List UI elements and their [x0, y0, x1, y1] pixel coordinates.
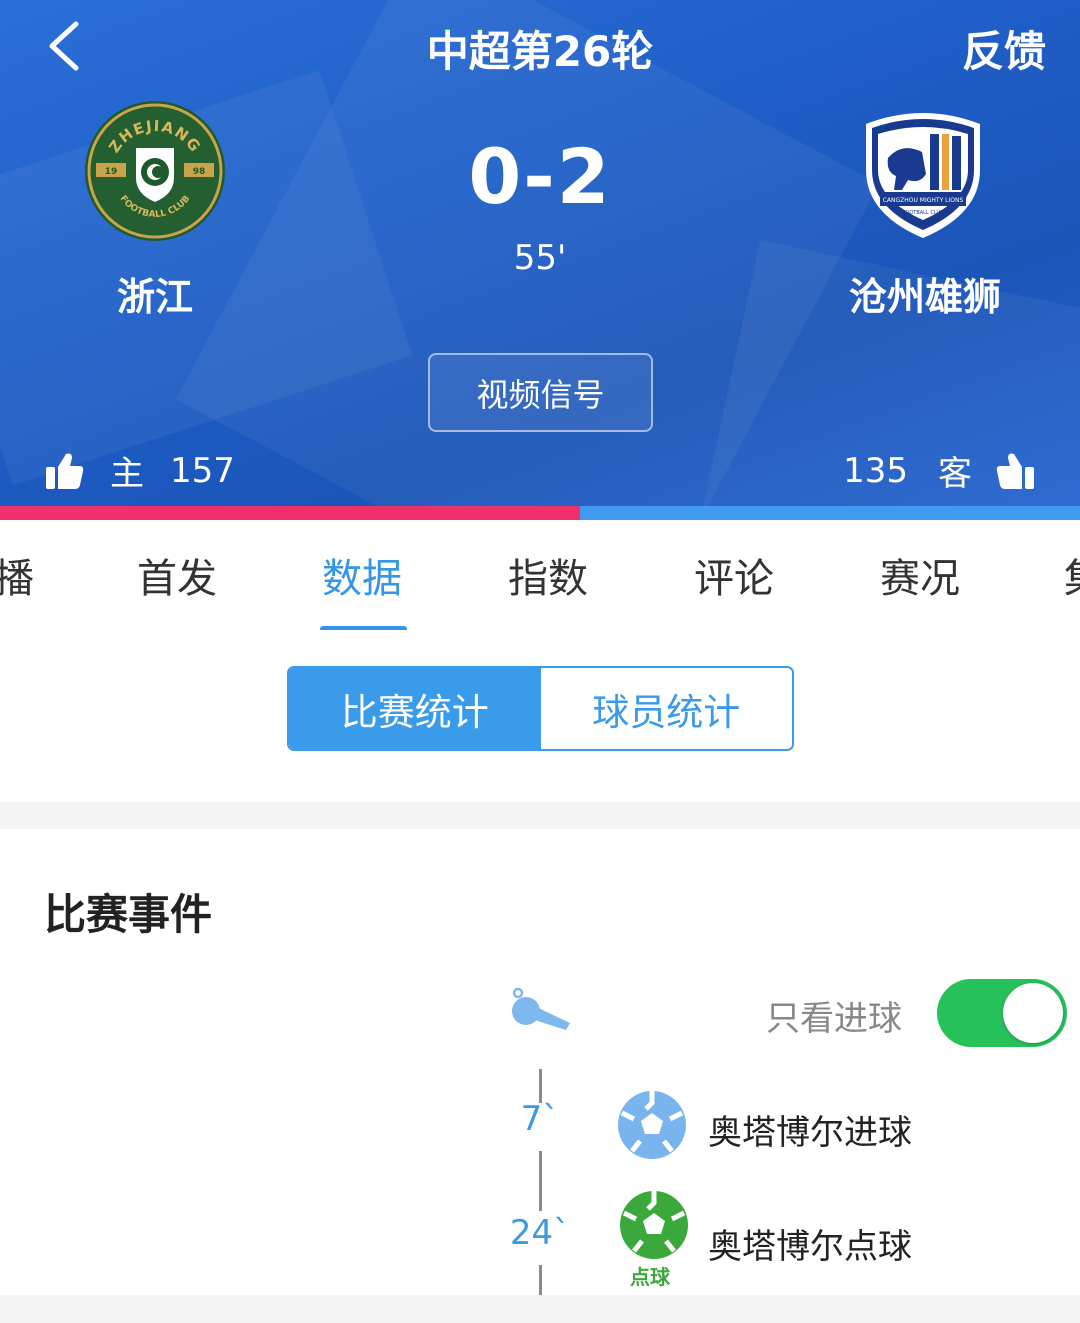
goal-ball-icon [618, 1091, 686, 1159]
thumbs-up-icon[interactable] [44, 451, 84, 491]
away-team-name[interactable]: 沧州雄狮 [820, 266, 1030, 321]
player-stats-segment[interactable]: 球员统计 [540, 668, 792, 749]
event-minute: 7` [520, 1099, 560, 1139]
event-text: 奥塔博尔进球 [708, 1113, 912, 1153]
match-events-card: 比赛事件 只看进球 7` 奥塔博尔进球 24` 点球 奥塔博尔点球 [0, 829, 1080, 1295]
event-text: 奥塔博尔点球 [708, 1227, 912, 1267]
tab-lineup[interactable]: 首发 [137, 546, 217, 604]
whistle-icon [512, 987, 570, 1030]
away-label: 客 [938, 454, 972, 494]
feedback-button[interactable]: 反馈 [962, 18, 1046, 79]
stats-segmented-control: 比赛统计 球员统计 [287, 666, 794, 751]
video-signal-button[interactable]: 视频信号 [428, 353, 653, 432]
tab-odds[interactable]: 指数 [508, 546, 588, 604]
tab-live[interactable]: 赛况 [880, 546, 960, 604]
thumbs-up-icon[interactable] [996, 451, 1036, 491]
away-like-count: 135 [843, 450, 908, 491]
goals-only-label: 只看进球 [766, 999, 902, 1039]
tab-highlights[interactable]: 集 [1064, 546, 1080, 604]
away-team-logo[interactable]: CANGZHOU MIGHTY LIONS FOOTBALL CLUB [858, 104, 988, 240]
home-like-count: 157 [170, 450, 235, 491]
events-title: 比赛事件 [44, 890, 213, 939]
tab-broadcast[interactable]: 播 [0, 546, 34, 604]
match-header: 中超第26轮 反馈 ZHEJIANG FOOTBALL CLUB 19 98 浙… [0, 0, 1080, 506]
svg-text:FOOTBALL CLUB: FOOTBALL CLUB [903, 210, 945, 216]
home-like-group[interactable]: 主 157 [44, 446, 235, 495]
match-stats-segment[interactable]: 比赛统计 [289, 668, 541, 749]
home-ratio-segment [0, 506, 580, 520]
penalty-ball-icon [620, 1191, 688, 1259]
svg-text:CANGZHOU MIGHTY LIONS: CANGZHOU MIGHTY LIONS [883, 197, 964, 204]
timeline-line [539, 1151, 542, 1211]
away-like-group[interactable]: 135 客 [843, 446, 1036, 495]
goals-only-toggle[interactable] [937, 979, 1067, 1047]
timeline-line [539, 1069, 542, 1103]
tab-bar: 播 首发 数据 指数 评论 赛况 集 [0, 520, 1080, 632]
tab-comments[interactable]: 评论 [694, 546, 774, 604]
page-title: 中超第26轮 [426, 27, 654, 76]
penalty-tag: 点球 [630, 1265, 670, 1289]
bottom-strip [0, 1295, 1080, 1323]
event-minute: 24` [509, 1213, 571, 1253]
like-ratio-bar [0, 506, 1080, 520]
away-ratio-segment [579, 506, 1080, 520]
toggle-knob [1003, 983, 1063, 1043]
home-label: 主 [110, 454, 144, 494]
timeline-line [539, 1265, 542, 1295]
stats-switch-area: 比赛统计 球员统计 [0, 630, 1080, 802]
tab-data[interactable]: 数据 [322, 546, 402, 604]
